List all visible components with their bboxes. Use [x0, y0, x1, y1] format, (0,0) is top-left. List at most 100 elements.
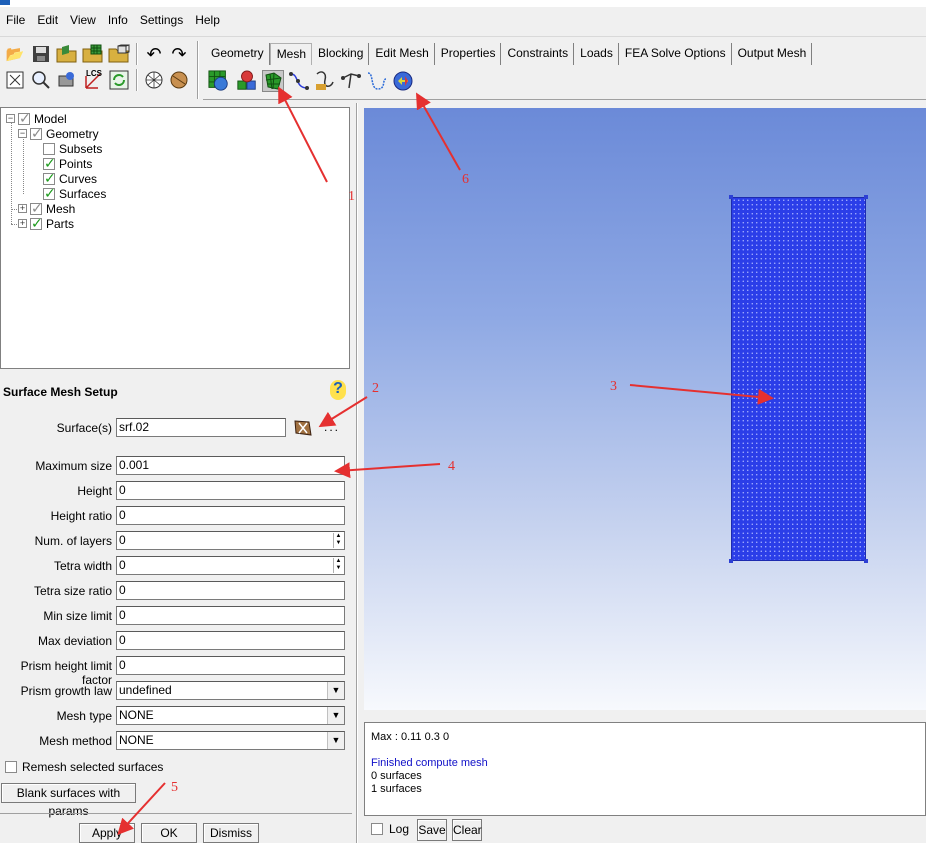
surfaces-input[interactable]: srf.02	[116, 418, 286, 437]
mesh-type-label: Mesh type	[56, 709, 112, 723]
open-geometry-icon[interactable]	[56, 43, 78, 65]
tree-node-surfaces[interactable]: Surfaces	[43, 185, 106, 202]
menu-info[interactable]: Info	[102, 13, 134, 27]
field-input[interactable]: 0	[116, 506, 345, 525]
zoom-box-icon[interactable]	[30, 69, 52, 91]
lcs-label: LCS	[86, 69, 102, 78]
solid-icon[interactable]	[168, 69, 190, 91]
clear-log-button[interactable]: Clear	[452, 819, 482, 841]
mesh-curve-icon[interactable]	[366, 70, 388, 92]
curve-mesh-setup-icon[interactable]	[288, 70, 310, 92]
ok-button[interactable]: OK	[141, 823, 197, 843]
field-input[interactable]: 0.001	[116, 456, 345, 475]
open-mesh-icon[interactable]	[82, 43, 104, 65]
redo-icon[interactable]: ↷	[168, 43, 190, 65]
surface-mesh[interactable]	[731, 197, 866, 561]
refresh-icon[interactable]	[108, 69, 130, 91]
spinner-arrows-icon[interactable]: ▲ ▼	[333, 533, 343, 548]
checkbox-points[interactable]	[43, 155, 56, 172]
tab-blocking[interactable]: Blocking	[312, 43, 370, 65]
log-checkbox[interactable]	[371, 823, 383, 835]
tab-mesh[interactable]: Mesh	[269, 43, 313, 65]
save-log-button[interactable]: Save	[417, 819, 447, 841]
menu-file[interactable]: File	[0, 13, 31, 27]
remesh-option[interactable]: Remesh selected surfaces	[5, 760, 163, 774]
tab-geometry[interactable]: Geometry	[205, 43, 270, 65]
menu-view[interactable]: View	[64, 13, 102, 27]
checkbox-subsets[interactable]	[43, 142, 55, 155]
checkbox-model[interactable]	[18, 110, 31, 127]
chevron-down-icon[interactable]: ▼	[327, 732, 344, 749]
open-folder-icon[interactable]: 📂	[4, 43, 26, 65]
apply-button[interactable]: Apply	[79, 823, 135, 843]
lcs-icon[interactable]: LCS	[82, 69, 104, 91]
fit-window-icon[interactable]	[4, 69, 26, 91]
tab-output-mesh[interactable]: Output Mesh	[732, 43, 813, 65]
annotation-number: 6	[462, 172, 469, 187]
collapse-icon[interactable]: −	[6, 114, 15, 123]
tree-node-mesh[interactable]: + Mesh	[18, 200, 75, 217]
measure-icon[interactable]	[56, 69, 78, 91]
field-input[interactable]: 0	[116, 631, 345, 650]
checkbox-parts[interactable]	[30, 215, 43, 232]
wireframe-icon[interactable]	[143, 69, 165, 91]
spinner-arrows-icon[interactable]: ▲ ▼	[333, 558, 343, 573]
field-input[interactable]: 0 ▲ ▼	[116, 556, 345, 575]
dismiss-button[interactable]: Dismiss	[203, 823, 259, 843]
toolbar-area: 📂 ↶ ↷ LCS Geometry Mesh Blocking Edit Me…	[0, 36, 926, 102]
tab-properties[interactable]: Properties	[435, 43, 502, 65]
tab-loads[interactable]: Loads	[574, 43, 619, 65]
chevron-down-icon[interactable]: ▼	[327, 682, 344, 699]
checkbox-curves[interactable]	[43, 170, 56, 187]
surface-mesh-setup-icon[interactable]	[262, 70, 284, 92]
tab-fea-solve-options[interactable]: FEA Solve Options	[619, 43, 732, 65]
setup-title: Surface Mesh Setup	[3, 385, 118, 399]
select-surface-icon[interactable]	[292, 417, 314, 439]
remesh-checkbox[interactable]	[5, 761, 17, 773]
console-splitter[interactable]	[364, 710, 926, 720]
blank-surfaces-button[interactable]: Blank surfaces with params	[1, 783, 136, 818]
field-value: 0	[119, 508, 126, 522]
part-mesh-setup-icon[interactable]	[236, 70, 258, 92]
menu-help[interactable]: Help	[189, 13, 226, 27]
field-input[interactable]: 0	[116, 481, 345, 500]
field-input[interactable]: 0	[116, 606, 345, 625]
mesh-corner-point	[864, 559, 868, 563]
create-mesh-density-icon[interactable]	[314, 70, 336, 92]
annotation-number: 4	[448, 459, 455, 474]
log-option[interactable]: Log	[371, 822, 409, 836]
save-icon[interactable]	[30, 43, 52, 65]
chevron-down-icon[interactable]: ▼	[327, 707, 344, 724]
field-input[interactable]: 0 ▲ ▼	[116, 531, 345, 550]
open-blocking-icon[interactable]	[108, 43, 130, 65]
checkbox-surfaces[interactable]	[43, 185, 56, 202]
tab-edit-mesh[interactable]: Edit Mesh	[369, 43, 435, 65]
collapse-icon[interactable]: −	[18, 129, 27, 138]
mesh-method-select[interactable]: NONE ▼	[116, 731, 345, 750]
menu-edit[interactable]: Edit	[31, 13, 64, 27]
tree-node-parts[interactable]: + Parts	[18, 215, 74, 232]
expand-icon[interactable]: +	[18, 219, 27, 228]
field-input[interactable]: 0	[116, 581, 345, 600]
checkbox-geometry[interactable]	[30, 125, 43, 142]
connectors-icon[interactable]	[340, 70, 362, 92]
tree-label-geometry: Geometry	[46, 126, 99, 141]
more-options[interactable]: ...	[324, 420, 340, 434]
help-icon[interactable]: ?	[330, 380, 346, 400]
tree-node-geometry[interactable]: − Geometry	[18, 125, 99, 142]
mesh-type-select[interactable]: NONE ▼	[116, 706, 345, 725]
checkbox-mesh[interactable]	[30, 200, 43, 217]
expand-icon[interactable]: +	[18, 204, 27, 213]
tab-constraints[interactable]: Constraints	[501, 43, 575, 65]
field-value: 0	[119, 608, 126, 622]
panel-splitter[interactable]	[352, 103, 362, 843]
mesh-method-value: NONE	[119, 733, 154, 747]
prism-growth-value: undefined	[119, 683, 172, 697]
global-mesh-setup-icon[interactable]	[208, 70, 230, 92]
graphics-viewport[interactable]	[364, 108, 926, 710]
field-input[interactable]: 0	[116, 656, 345, 675]
prism-growth-select[interactable]: undefined ▼	[116, 681, 345, 700]
undo-icon[interactable]: ↶	[143, 43, 165, 65]
menu-settings[interactable]: Settings	[134, 13, 189, 27]
compute-mesh-icon[interactable]	[392, 70, 414, 92]
